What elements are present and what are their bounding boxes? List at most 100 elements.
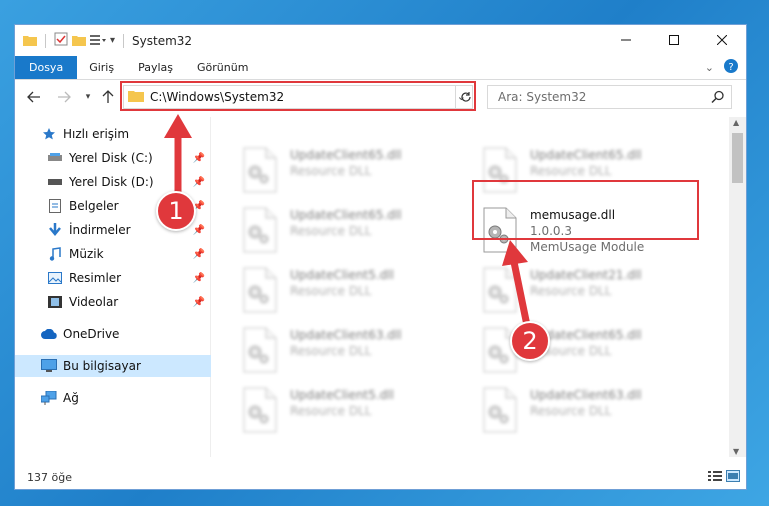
file-name: UpdateClient65.dll — [530, 148, 642, 162]
file-tile[interactable]: UpdateClient65.dll Resource DLL — [242, 207, 472, 265]
nav-onedrive[interactable]: OneDrive — [15, 323, 211, 345]
folder-icon — [23, 31, 37, 50]
file-name: UpdateClient21.dll — [530, 268, 642, 282]
file-tile[interactable]: UpdateClient63.dll Resource DLL — [482, 387, 712, 445]
minimize-icon — [621, 39, 631, 41]
file-tile[interactable]: UpdateClient5.dll Resource DLL — [242, 387, 472, 445]
customize-icon[interactable] — [90, 31, 106, 50]
separator — [45, 33, 46, 48]
forward-arrow-icon — [58, 91, 71, 103]
file-list: UpdateClient65.dll Resource DLL UpdateClie… — [212, 117, 728, 457]
tab-home[interactable]: Giriş — [77, 56, 126, 79]
file-detail: Resource DLL — [290, 224, 372, 238]
nav-label: İndirmeler — [69, 223, 131, 237]
scroll-thumb[interactable] — [732, 133, 743, 183]
details-view-icon[interactable] — [708, 470, 722, 485]
dll-file-icon — [242, 207, 282, 255]
pin-icon[interactable]: 📌 — [193, 225, 205, 236]
dll-file-icon — [242, 267, 282, 315]
help-icon[interactable]: ? — [724, 58, 738, 77]
dll-file-icon — [482, 387, 522, 435]
file-name: UpdateClient63.dll — [530, 388, 642, 402]
search-placeholder: Ara: System32 — [498, 90, 587, 104]
file-detail: Resource DLL — [290, 164, 372, 178]
file-name: UpdateClient65.dll — [290, 208, 402, 222]
nav-network[interactable]: Ağ — [15, 387, 211, 409]
cloud-icon — [41, 326, 57, 342]
nav-label: Resimler — [69, 271, 122, 285]
properties-icon[interactable] — [54, 31, 68, 50]
file-name: UpdateClient5.dll — [290, 388, 394, 402]
new-folder-icon[interactable] — [72, 31, 86, 50]
tab-share[interactable]: Paylaş — [126, 56, 185, 79]
tab-file[interactable]: Dosya — [15, 56, 78, 79]
nav-videos[interactable]: Videolar 📌 — [15, 291, 211, 313]
file-name: UpdateClient65.dll — [290, 148, 402, 162]
file-highlight-box — [472, 180, 699, 240]
tiles-view-icon[interactable] — [726, 470, 740, 485]
scroll-up-icon[interactable]: ▲ — [733, 118, 739, 127]
file-meta: UpdateClient5.dll Resource DLL — [290, 387, 394, 419]
pin-icon[interactable]: 📌 — [193, 297, 205, 308]
address-highlight-box — [120, 81, 476, 111]
music-icon — [47, 246, 63, 262]
qat-dropdown-icon[interactable]: ▾ — [110, 35, 115, 46]
nav-pictures[interactable]: Resimler 📌 — [15, 267, 211, 289]
file-meta: UpdateClient5.dll Resource DLL — [290, 267, 394, 299]
view-buttons — [708, 470, 740, 485]
nav-label: OneDrive — [63, 327, 120, 341]
pictures-icon — [47, 270, 63, 286]
pin-icon[interactable]: 📌 — [193, 249, 205, 260]
nav-this-pc[interactable]: Bu bilgisayar — [15, 355, 211, 377]
file-tile[interactable]: UpdateClient65.dll Resource DLL — [242, 147, 472, 205]
file-meta: UpdateClient65.dll Resource DLL — [290, 147, 402, 179]
drive-icon — [47, 174, 63, 190]
network-icon — [41, 390, 57, 406]
nav-music[interactable]: Müzik 📌 — [15, 243, 211, 265]
nav-label: Hızlı erişim — [63, 127, 130, 141]
file-meta: UpdateClient63.dll Resource DLL — [530, 387, 642, 419]
up-button[interactable] — [97, 86, 119, 108]
video-icon — [47, 294, 63, 310]
recent-locations-button[interactable]: ▾ — [77, 86, 99, 108]
minimize-button[interactable] — [602, 25, 650, 55]
back-button[interactable] — [23, 86, 45, 108]
file-tile[interactable]: UpdateClient63.dll Resource DLL — [242, 327, 472, 385]
search-input[interactable]: Ara: System32 — [487, 85, 732, 109]
maximize-button[interactable] — [650, 25, 698, 55]
file-detail: Resource DLL — [290, 404, 372, 418]
nav-label: Yerel Disk (C:) — [69, 151, 153, 165]
title-bar: ▾ System32 — [15, 25, 746, 56]
file-detail: Resource DLL — [530, 284, 612, 298]
nav-label: Belgeler — [69, 199, 119, 213]
file-meta: UpdateClient63.dll Resource DLL — [290, 327, 402, 359]
file-description: MemUsage Module — [530, 240, 645, 254]
file-meta: UpdateClient21.dll Resource DLL — [530, 267, 642, 299]
expand-ribbon-icon[interactable]: ⌄ — [705, 61, 714, 74]
ribbon-right: ⌄ ? — [705, 56, 746, 79]
file-meta: UpdateClient65.dll Resource DLL — [530, 147, 642, 179]
nav-label: Müzik — [69, 247, 104, 261]
nav-label: Ağ — [63, 391, 79, 405]
file-tile[interactable]: UpdateClient5.dll Resource DLL — [242, 267, 472, 325]
window-controls — [602, 25, 746, 55]
svg-text:?: ? — [728, 62, 733, 73]
step-badge-2: 2 — [510, 321, 550, 361]
item-count: 137 öğe — [27, 470, 72, 484]
search-icon — [711, 90, 725, 107]
close-button[interactable] — [698, 25, 746, 55]
forward-button[interactable] — [53, 86, 75, 108]
window-title: System32 — [132, 33, 193, 48]
ribbon-tabs: Dosya Giriş Paylaş Görünüm ⌄ ? — [15, 56, 746, 80]
scroll-down-icon[interactable]: ▼ — [733, 447, 739, 456]
pin-icon[interactable]: 📌 — [193, 273, 205, 284]
separator — [123, 33, 125, 48]
tab-view[interactable]: Görünüm — [185, 56, 260, 79]
star-icon — [41, 126, 57, 142]
vertical-scrollbar[interactable]: ▲ ▼ — [729, 117, 746, 457]
status-bar: 137 öğe — [15, 465, 746, 489]
file-detail: Resource DLL — [530, 164, 612, 178]
nav-label: Bu bilgisayar — [63, 359, 141, 373]
download-icon — [47, 222, 63, 238]
file-detail: Resource DLL — [290, 284, 372, 298]
